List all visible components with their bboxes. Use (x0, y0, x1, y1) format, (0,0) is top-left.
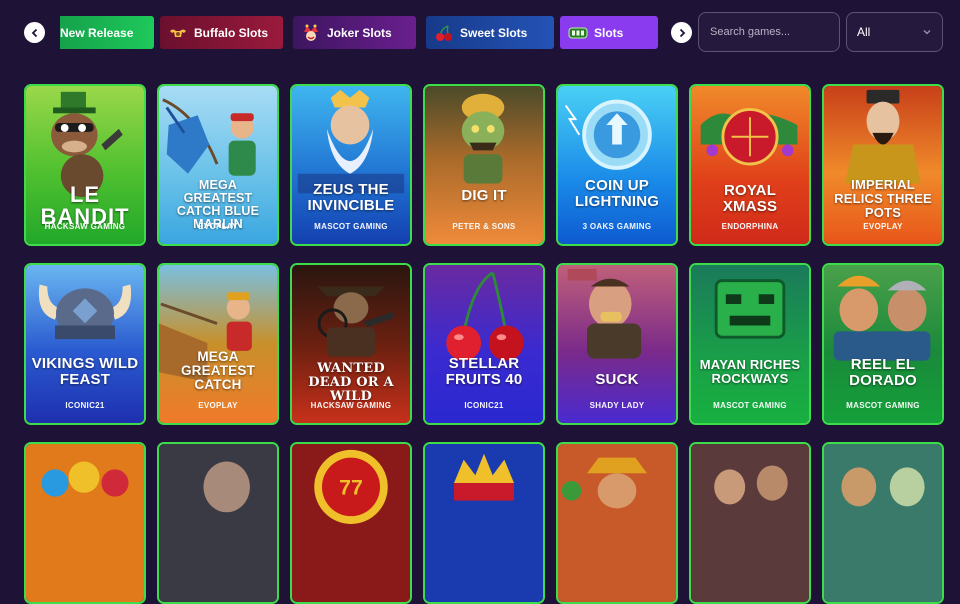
game-card-imperial-relics-three-pots[interactable]: IMPERIAL RELICS THREE POTS EVOPLAY (822, 84, 944, 246)
game-art-mayan-riches (691, 265, 809, 423)
game-card[interactable] (556, 442, 678, 604)
game-art-imperial-relics (824, 86, 942, 244)
game-art-zeus (292, 86, 410, 244)
scroll-left-button[interactable] (24, 22, 45, 43)
game-art-mega-greatest-catch (159, 265, 277, 423)
game-title: MAYAN RICHES ROCKWAYS (699, 357, 801, 386)
game-card-coin-up-lightning[interactable]: COIN UP LIGHTNING 3 OAKS GAMING (556, 84, 678, 246)
game-title: DIG IT (461, 187, 507, 204)
game-title: STELLAR FRUITS 40 (445, 355, 523, 388)
game-provider: MASCOT GAMING (846, 401, 920, 410)
game-card[interactable] (423, 442, 545, 604)
tab-joker-slots[interactable]: Joker Slots (293, 16, 416, 49)
tab-sweet-slots[interactable]: Sweet Slots (426, 16, 554, 49)
filter-selected-value: All (857, 25, 871, 39)
game-provider: ICONIC21 (65, 401, 105, 410)
game-art (558, 444, 676, 602)
scroll-right-button[interactable] (671, 22, 692, 43)
search-input[interactable] (698, 12, 840, 52)
buffalo-icon (170, 29, 186, 37)
game-art-suck (558, 265, 676, 423)
joker-icon (304, 24, 318, 41)
game-title: COIN UP LIGHTNING (574, 177, 660, 210)
game-card-royal-xmass[interactable]: ROYAL XMASS ENDORPHINA (689, 84, 811, 246)
tab-buffalo-slots[interactable]: Buffalo Slots (160, 16, 283, 49)
chevron-down-icon (923, 30, 931, 35)
game-art-coin-up (558, 86, 676, 244)
game-card-mega-greatest-catch[interactable]: MEGA GREATEST CATCH EVOPLAY (157, 263, 279, 425)
game-art (691, 444, 809, 602)
chevron-left-icon (31, 28, 37, 37)
game-provider: EVOPLAY (863, 222, 903, 231)
game-art: 77 (292, 444, 410, 602)
game-provider: HACKSAW GAMING (310, 401, 392, 410)
game-title: SUCK (595, 371, 639, 388)
tab-new-release[interactable]: New Release (60, 16, 154, 49)
game-card-vikings-wild-feast[interactable]: VIKINGS WILD FEAST ICONIC21 (24, 263, 146, 425)
game-provider: HACKSAW GAMING (44, 222, 126, 231)
game-card[interactable] (822, 442, 944, 604)
game-provider: ENDORPHINA (721, 222, 779, 231)
tab-label: Sweet Slots (460, 25, 528, 40)
game-provider: MASCOT GAMING (713, 401, 787, 410)
game-provider: SHADY LADY (589, 401, 645, 410)
cherry-icon (436, 24, 452, 41)
game-art (824, 444, 942, 602)
game-title: ROYAL XMASS (722, 182, 778, 215)
tab-slots[interactable]: Slots (560, 16, 658, 49)
chevron-right-icon (679, 28, 685, 37)
game-art (425, 444, 543, 602)
svg-text:77: 77 (339, 476, 363, 500)
game-card[interactable]: 77 (290, 442, 412, 604)
top-bar: New Release Buffalo Slots Joker Slots Sw… (0, 0, 960, 66)
game-provider: ICONIC21 (464, 401, 504, 410)
game-card[interactable] (689, 442, 811, 604)
game-title: IMPERIAL RELICS THREE POTS (834, 177, 932, 220)
tab-label: Buffalo Slots (194, 25, 268, 40)
game-card[interactable] (24, 442, 146, 604)
game-provider: PETER & SONS (452, 222, 516, 231)
game-art-reel-el-dorado (824, 265, 942, 423)
game-art (26, 444, 144, 602)
game-provider: MASCOT GAMING (314, 222, 388, 231)
game-art-stellar-fruits (425, 265, 543, 423)
game-title: MEGA GREATEST CATCH (180, 349, 256, 392)
game-provider: EVOPLAY (198, 222, 238, 231)
tab-label: Slots (594, 25, 624, 40)
game-title: WANTED DEAD OR A WILD (308, 361, 394, 404)
category-tabs: New Release Buffalo Slots Joker Slots Sw… (60, 16, 660, 49)
game-card-suck[interactable]: SUCK SHADY LADY (556, 263, 678, 425)
game-card-stellar-fruits-40[interactable]: STELLAR FRUITS 40 ICONIC21 (423, 263, 545, 425)
game-title: REEL EL DORADO (849, 356, 917, 389)
category-filter-select[interactable]: All (846, 12, 943, 52)
game-provider: EVOPLAY (198, 401, 238, 410)
tab-label: Joker Slots (327, 25, 392, 40)
game-art (159, 444, 277, 602)
game-card-zeus-the-invincible[interactable]: ZEUS THE INVINCIBLE MASCOT GAMING (290, 84, 412, 246)
game-card-wanted-dead-or-a-wild[interactable]: WANTED DEAD OR A WILD HACKSAW GAMING (290, 263, 412, 425)
game-card-dig-it[interactable]: DIG IT PETER & SONS (423, 84, 545, 246)
game-title: ZEUS THE INVINCIBLE (307, 181, 395, 214)
game-provider: 3 OAKS GAMING (582, 222, 652, 231)
game-card-mega-greatest-catch-blue-marlin[interactable]: MEGA GREATEST CATCH BLUE MARLIN EVOPLAY (157, 84, 279, 246)
game-card-le-bandit[interactable]: LE BANDIT HACKSAW GAMING (24, 84, 146, 246)
game-art-royal-xmass (691, 86, 809, 244)
game-art-vikings (26, 265, 144, 423)
tab-label: New Release (60, 25, 134, 40)
game-title: VIKINGS WILD FEAST (31, 355, 139, 388)
game-card[interactable] (157, 442, 279, 604)
game-card-mayan-riches-rockways[interactable]: MAYAN RICHES ROCKWAYS MASCOT GAMING (689, 263, 811, 425)
game-card-reel-el-dorado[interactable]: REEL EL DORADO MASCOT GAMING (822, 263, 944, 425)
slot-machine-icon (568, 27, 588, 38)
game-art-dig-it (425, 86, 543, 244)
